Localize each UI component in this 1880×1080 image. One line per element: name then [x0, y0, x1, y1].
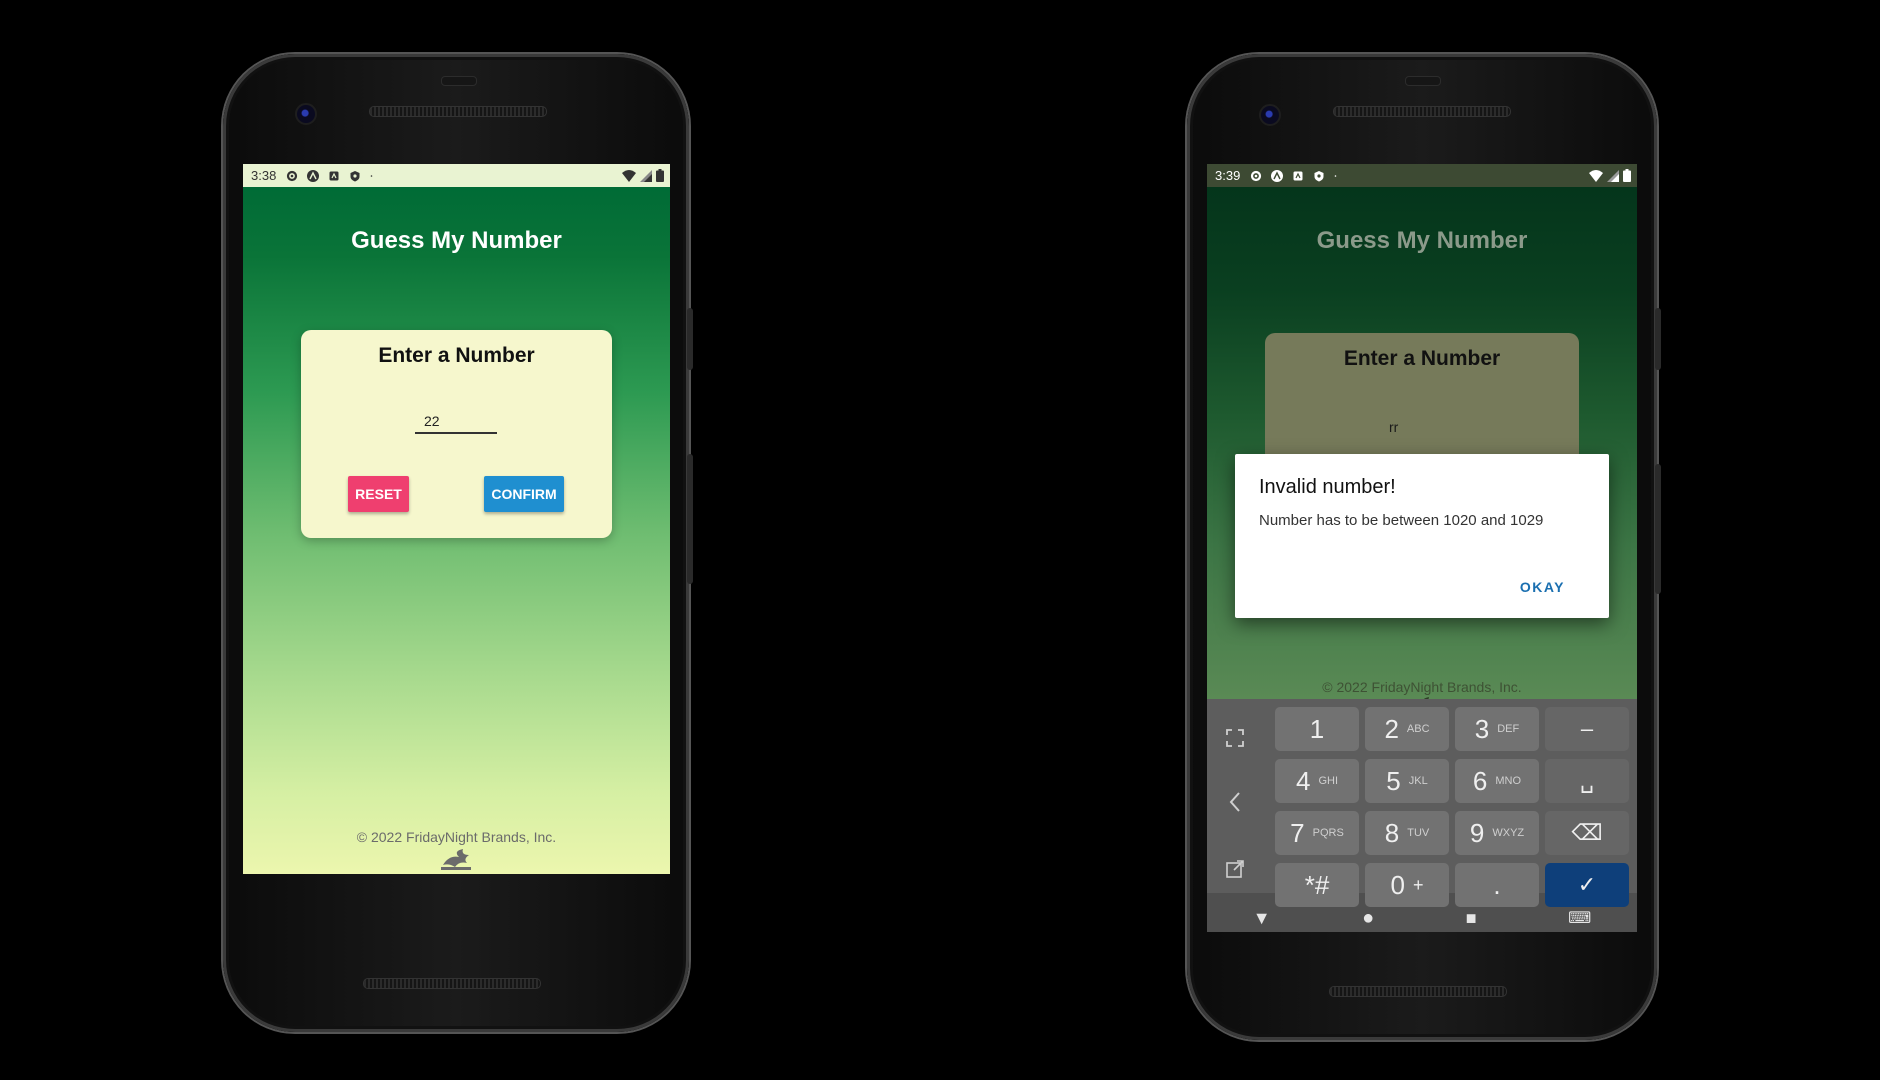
app-title: Guess My Number [1316, 227, 1528, 254]
status-bar: 3:38 [243, 164, 670, 187]
key-minus[interactable]: – [1545, 707, 1629, 751]
settings-icon [1251, 170, 1262, 181]
bottom-speaker [363, 978, 541, 989]
key-done-label: ✓ [1577, 872, 1597, 897]
app-a-icon [1271, 169, 1284, 182]
key-0-sublabel: + [1412, 874, 1424, 895]
key-space[interactable]: ␣ [1545, 759, 1629, 803]
key-1[interactable]: 1 [1275, 707, 1359, 751]
back-nav-button[interactable]: ▼ [1253, 908, 1271, 929]
footer-copyright: © 2022 FridayNight Brands, Inc. [1322, 679, 1522, 695]
app-box-icon [1293, 171, 1303, 180]
home-nav-button[interactable]: ● [1362, 907, 1374, 930]
confirm-button[interactable]: CONFIRM [484, 476, 564, 512]
top-sensor [1405, 76, 1441, 86]
key-0-label: 0 [1390, 869, 1405, 900]
earpiece-speaker [369, 106, 547, 117]
dialog-title: Invalid number! [1259, 476, 1396, 498]
key-7[interactable]: 7 PQRS [1275, 811, 1359, 855]
shield-icon [1314, 170, 1324, 181]
key-space-label: ␣ [1580, 768, 1594, 793]
number-input[interactable] [415, 410, 497, 434]
key-8-sublabel: TUV [1407, 827, 1430, 839]
key-2-label: 2 [1384, 713, 1399, 744]
number-input[interactable] [1380, 415, 1462, 439]
key-9[interactable]: 9 WXYZ [1455, 811, 1539, 855]
key-0[interactable]: 0 + [1365, 863, 1449, 907]
key-8-label: 8 [1384, 817, 1400, 848]
keyboard-switch-button[interactable]: ⌨ [1568, 908, 1591, 928]
dot-icon [1335, 174, 1337, 177]
settings-icon [287, 170, 298, 181]
key-5-label: 5 [1386, 765, 1401, 796]
app-title: Guess My Number [351, 227, 562, 254]
front-camera [295, 103, 317, 125]
key-9-label: 9 [1469, 817, 1485, 848]
keyboard-keys: 1 2 ABC 3 DEF – 4 GHI 5 JKL 6 MNO ␣ 7 PQRS 8 TUV 9 WXYZ ⌫ *#… [1207, 699, 1637, 907]
key-minus-label: – [1580, 716, 1594, 741]
battery-icon [656, 169, 664, 182]
invalid-number-dialog: Invalid number! Number has to be between… [1235, 454, 1609, 618]
key-period[interactable]: . [1455, 863, 1539, 907]
volume-button [1655, 308, 1661, 370]
app-a-icon [307, 169, 320, 182]
key-5-sublabel: JKL [1408, 775, 1428, 787]
okay-button[interactable]: OKAY [1514, 578, 1571, 596]
power-button [687, 454, 693, 584]
key-3-sublabel: DEF [1497, 723, 1520, 735]
key-9-sublabel: WXYZ [1492, 827, 1525, 839]
screen: 3:38 Guess My Number Enter a Number RESE… [243, 164, 670, 874]
key-done[interactable]: ✓ [1545, 863, 1629, 907]
key-6-sublabel: MNO [1495, 775, 1522, 787]
wifi-icon [1589, 169, 1603, 182]
key-7-label: 7 [1290, 817, 1305, 848]
key-2-sublabel: ABC [1406, 723, 1430, 735]
key-period-label: . [1493, 869, 1501, 900]
key-backspace[interactable]: ⌫ [1545, 811, 1629, 855]
key-1-label: 1 [1309, 713, 1325, 744]
key-4-sublabel: GHI [1318, 775, 1339, 787]
status-time: 3:39 [1215, 168, 1241, 183]
key-3-label: 3 [1474, 713, 1490, 744]
key-6[interactable]: 6 MNO [1455, 759, 1539, 803]
key-7-sublabel: PQRS [1312, 827, 1344, 839]
status-time: 3:38 [251, 168, 277, 183]
key-5[interactable]: 5 JKL [1365, 759, 1449, 803]
card-title: Enter a Number [378, 344, 535, 367]
recents-nav-button[interactable]: ■ [1466, 908, 1477, 929]
volume-button [687, 308, 693, 370]
number-input-card: Enter a Number RESET CONFIRM [301, 330, 612, 538]
wifi-icon [622, 169, 636, 182]
signal-icon [1607, 169, 1619, 182]
dialog-message: Number has to be between 1020 and 1029 [1259, 512, 1544, 529]
top-sensor [441, 76, 477, 86]
card-title: Enter a Number [1343, 347, 1501, 370]
key-star-hash-label: *# [1304, 869, 1330, 900]
key-star-hash[interactable]: *# [1275, 863, 1359, 907]
app-content: Guess My Number Enter a Number RESET CON… [243, 187, 670, 874]
key-backspace-label: ⌫ [1571, 820, 1603, 845]
dot-icon [371, 174, 373, 177]
key-8[interactable]: 8 TUV [1365, 811, 1449, 855]
key-3[interactable]: 3 DEF [1455, 707, 1539, 751]
key-4-label: 4 [1295, 765, 1311, 796]
bottom-speaker [1329, 986, 1507, 997]
key-2[interactable]: 2 ABC [1365, 707, 1449, 751]
app-content: Guess My Number Enter a Number © 2022 Fr… [1207, 187, 1637, 718]
key-6-label: 6 [1472, 765, 1488, 796]
power-button [1655, 464, 1661, 594]
earpiece-speaker [1333, 106, 1511, 117]
key-4[interactable]: 4 GHI [1275, 759, 1359, 803]
signal-icon [640, 169, 652, 182]
shield-icon [350, 170, 360, 181]
app-box-icon [329, 171, 339, 180]
front-camera [1259, 104, 1281, 126]
battery-icon [1623, 169, 1631, 182]
status-bar: 3:39 [1207, 164, 1637, 187]
reset-button[interactable]: RESET [348, 476, 409, 512]
phone-left: 3:38 Guess My Number Enter a Number RESE… [223, 54, 693, 1032]
